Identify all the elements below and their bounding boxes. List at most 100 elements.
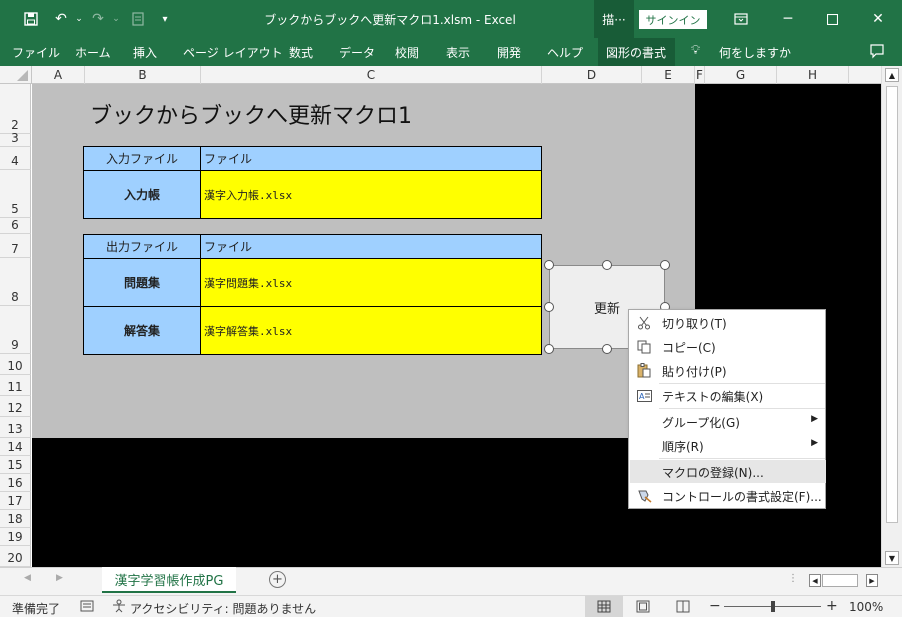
input-book-value[interactable]: 漢字入力帳.xlsx <box>200 170 542 219</box>
vertical-scrollbar[interactable]: ▲ ▼ <box>881 66 902 567</box>
input-file-header-value[interactable]: ファイル <box>200 146 542 171</box>
tab-scroll-right-icon[interactable]: ▶ <box>56 573 63 583</box>
column-header-a[interactable]: A <box>32 66 85 84</box>
menu-item-cut[interactable]: 切り取り(T) <box>630 311 826 334</box>
hscroll-thumb[interactable] <box>822 574 858 587</box>
output-answer-label[interactable]: 解答集 <box>83 306 201 355</box>
output-question-value[interactable]: 漢字問題集.xlsx <box>200 258 542 307</box>
input-file-header-label[interactable]: 入力ファイル <box>83 146 201 171</box>
resize-handle-top-left[interactable] <box>544 260 554 270</box>
row-header-19[interactable]: 19 <box>0 528 31 546</box>
resize-handle-bottom[interactable] <box>602 344 612 354</box>
row-header-12[interactable]: 12 <box>0 396 31 417</box>
close-icon[interactable]: ✕ <box>868 9 888 29</box>
tab-formulas[interactable]: 数式 <box>289 44 313 62</box>
menu-item-assign-macro[interactable]: マクロの登録(N)... <box>630 460 826 483</box>
menu-item-group[interactable]: グループ化(G) ▶ <box>630 410 826 433</box>
customize-toolbar-icon[interactable]: ▾ <box>155 9 175 29</box>
comments-icon[interactable] <box>869 43 885 62</box>
output-question-label[interactable]: 問題集 <box>83 258 201 307</box>
row-header-2[interactable]: 2 <box>0 84 31 134</box>
column-header-c[interactable]: C <box>201 66 542 84</box>
sheet-tab-active[interactable]: 漢字学習帳作成PG <box>102 567 236 593</box>
menu-item-edit-text[interactable]: A テキストの編集(X) <box>630 384 826 407</box>
hscroll-right-icon[interactable]: ▶ <box>866 574 878 587</box>
tab-file[interactable]: ファイル <box>12 44 60 62</box>
column-header-b[interactable]: B <box>85 66 201 84</box>
row-header-11[interactable]: 11 <box>0 375 31 396</box>
tell-me-search[interactable]: 何をしますか <box>719 44 791 62</box>
draw-tab[interactable]: 描··· <box>594 0 634 38</box>
column-header-g[interactable]: G <box>705 66 777 84</box>
redo-icon[interactable]: ↷ <box>88 9 108 29</box>
form-icon[interactable] <box>128 9 148 29</box>
output-file-header-label[interactable]: 出力ファイル <box>83 234 201 259</box>
status-accessibility[interactable]: アクセシビリティ: 問題ありません <box>130 600 316 617</box>
menu-item-copy[interactable]: コピー(C) <box>630 335 826 358</box>
add-sheet-icon[interactable]: + <box>269 571 286 588</box>
tab-view[interactable]: 表示 <box>446 44 470 62</box>
column-header-h[interactable]: H <box>777 66 849 84</box>
column-header-d[interactable]: D <box>542 66 642 84</box>
row-header-13[interactable]: 13 <box>0 417 31 438</box>
scroll-up-icon[interactable]: ▲ <box>885 68 899 82</box>
scroll-thumb[interactable] <box>886 86 898 523</box>
row-header-3[interactable]: 3 <box>0 131 31 147</box>
column-header-f[interactable]: F <box>695 66 705 84</box>
undo-dropdown-icon[interactable]: ⌄ <box>69 9 89 29</box>
save-icon[interactable] <box>21 9 41 29</box>
resize-handle-top[interactable] <box>602 260 612 270</box>
tab-help[interactable]: ヘルプ <box>547 44 583 62</box>
minimize-icon[interactable]: ─ <box>778 9 798 29</box>
row-header-7[interactable]: 7 <box>0 234 31 258</box>
tab-page-layout[interactable]: ページ レイアウト <box>183 44 283 62</box>
row-header-5[interactable]: 5 <box>0 170 31 218</box>
row-header-14[interactable]: 14 <box>0 438 31 456</box>
menu-item-paste[interactable]: 貼り付け(P) <box>630 359 826 382</box>
ribbon-display-icon[interactable] <box>731 9 751 29</box>
page-break-view-icon[interactable] <box>676 600 690 616</box>
maximize-icon[interactable] <box>822 9 842 29</box>
row-header-6[interactable]: 6 <box>0 218 31 234</box>
row-header-4[interactable]: 4 <box>0 147 31 170</box>
row-header-9[interactable]: 9 <box>0 306 31 354</box>
undo-icon[interactable]: ↶ <box>51 9 71 29</box>
sheet-title[interactable]: ブックからブックへ更新マクロ1 <box>90 98 412 130</box>
tab-scroll-left-icon[interactable]: ◀ <box>24 573 31 583</box>
sheet-black-area-bottom[interactable] <box>32 438 695 567</box>
tab-review[interactable]: 校閲 <box>395 44 419 62</box>
zoom-level[interactable]: 100% <box>849 600 883 614</box>
output-answer-value[interactable]: 漢字解答集.xlsx <box>200 306 542 355</box>
zoom-out-icon[interactable]: − <box>709 598 721 614</box>
redo-dropdown-icon[interactable]: ⌄ <box>106 9 126 29</box>
scroll-down-icon[interactable]: ▼ <box>885 551 899 565</box>
accessibility-icon[interactable] <box>111 599 127 616</box>
resize-handle-top-right[interactable] <box>660 260 670 270</box>
row-header-16[interactable]: 16 <box>0 474 31 492</box>
row-header-20[interactable]: 20 <box>0 546 31 567</box>
menu-item-order[interactable]: 順序(R) ▶ <box>630 434 826 457</box>
row-header-18[interactable]: 18 <box>0 510 31 528</box>
resize-handle-bottom-left[interactable] <box>544 344 554 354</box>
signin-button[interactable]: サインイン <box>639 10 707 29</box>
select-all-corner[interactable] <box>0 66 32 84</box>
hscroll-left-icon[interactable]: ◀ <box>809 574 821 587</box>
tab-shape-format[interactable]: 図形の書式 <box>606 44 666 62</box>
zoom-in-icon[interactable]: + <box>826 598 838 614</box>
tab-developer[interactable]: 開発 <box>497 44 521 62</box>
tab-split-icon[interactable]: ⋮ <box>788 573 798 584</box>
tab-insert[interactable]: 挿入 <box>133 44 157 62</box>
output-file-header-value[interactable]: ファイル <box>200 234 542 259</box>
normal-view-button[interactable] <box>585 596 623 617</box>
page-layout-view-icon[interactable] <box>636 600 650 616</box>
tab-home[interactable]: ホーム <box>75 44 111 62</box>
row-header-15[interactable]: 15 <box>0 456 31 474</box>
column-header-e[interactable]: E <box>642 66 695 84</box>
resize-handle-left[interactable] <box>544 302 554 312</box>
macro-record-icon[interactable] <box>80 599 94 616</box>
row-header-10[interactable]: 10 <box>0 354 31 375</box>
input-book-label[interactable]: 入力帳 <box>83 170 201 219</box>
row-header-17[interactable]: 17 <box>0 492 31 510</box>
row-header-8[interactable]: 8 <box>0 258 31 306</box>
zoom-slider-thumb[interactable] <box>771 601 775 612</box>
